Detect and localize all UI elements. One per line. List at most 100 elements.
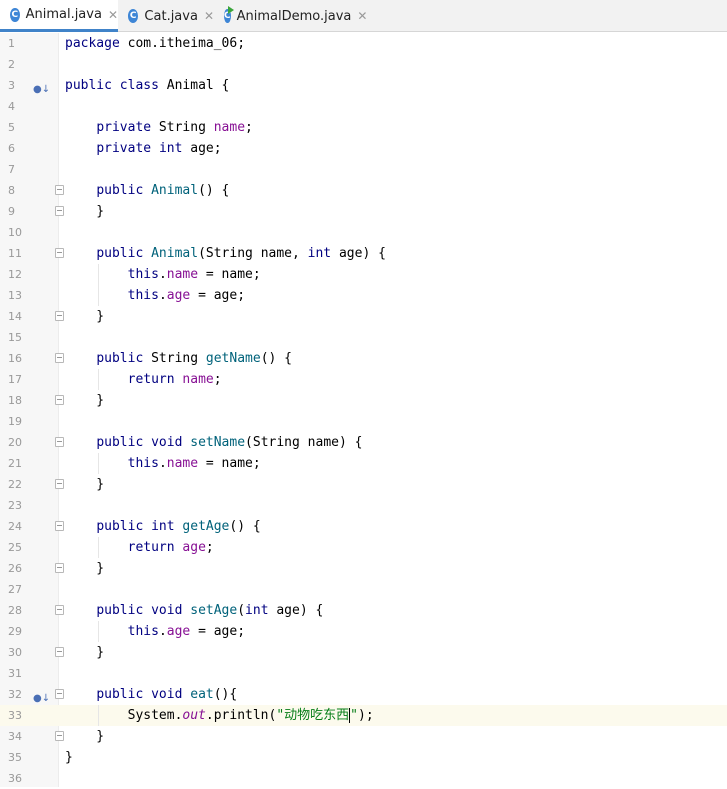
line-number: 13 [8,289,22,302]
code-text: public int getAge() { [96,519,261,534]
code-editor[interactable]: 1 package com.itheima_06; 2 3 ●↓ public class… [0,33,727,787]
close-icon[interactable]: ✕ [204,9,214,23]
code-line[interactable]: 14 } [0,306,727,327]
code-text: public class Animal { [65,78,230,93]
line-number: 5 [8,121,15,134]
fold-toggle-icon[interactable] [55,521,64,531]
code-line[interactable]: 32 ●↓ public void eat(){ [0,684,727,705]
tab-animal-java[interactable]: C Animal.java ✕ [0,0,118,32]
code-line[interactable]: 26 } [0,558,727,579]
line-number: 2 [8,58,15,71]
line-number: 9 [8,205,15,218]
code-line[interactable]: 6 private int age; [0,138,727,159]
fold-toggle-icon[interactable] [55,731,64,741]
code-line[interactable]: 20 public void setName(String name) { [0,432,727,453]
line-number: 35 [8,751,22,764]
line-number: 6 [8,142,15,155]
code-line[interactable]: 11 public Animal(String name, int age) { [0,243,727,264]
fold-toggle-icon[interactable] [55,605,64,615]
code-line[interactable]: 27 [0,579,727,600]
code-line[interactable]: 19 [0,411,727,432]
tab-label: Animal.java [25,7,102,22]
line-number: 10 [8,226,22,239]
code-line[interactable]: 2 [0,54,727,75]
code-line[interactable]: 15 [0,327,727,348]
code-text: public void eat(){ [96,687,238,702]
line-number: 36 [8,772,22,785]
code-text: public Animal() { [96,183,230,198]
class-icon: C [128,9,139,23]
line-number: 1 [8,37,15,50]
fold-toggle-icon[interactable] [55,395,64,405]
fold-toggle-icon[interactable] [55,647,64,657]
code-text: private int age; [96,141,222,156]
code-line[interactable]: 7 [0,159,727,180]
line-number: 30 [8,646,22,659]
line-number: 31 [8,667,22,680]
line-number: 12 [8,268,22,281]
line-number: 33 [8,709,22,722]
code-line[interactable]: 34 } [0,726,727,747]
code-line[interactable]: 23 [0,495,727,516]
fold-toggle-icon[interactable] [55,206,64,216]
tab-label: Cat.java [144,8,198,24]
code-text: } [65,729,105,744]
close-icon[interactable]: ✕ [357,9,367,23]
code-line[interactable]: 17 return name; [0,369,727,390]
code-line[interactable]: 31 [0,663,727,684]
tab-animaldemo-java[interactable]: C AnimalDemo.java ✕ [214,0,367,32]
fold-toggle-icon[interactable] [55,248,64,258]
line-number: 26 [8,562,22,575]
code-line[interactable]: 9 } [0,201,727,222]
code-text: } [65,750,73,765]
code-line[interactable]: 30 } [0,642,727,663]
line-number: 19 [8,415,22,428]
code-line[interactable]: 5 private String name; [0,117,727,138]
code-text: } [65,645,105,660]
code-text: public Animal(String name, int age) { [96,246,386,261]
tab-cat-java[interactable]: C Cat.java ✕ [118,0,214,32]
code-line[interactable]: 25 return age; [0,537,727,558]
line-number: 11 [8,247,22,260]
line-number: 29 [8,625,22,638]
code-line[interactable]: 22 } [0,474,727,495]
code-line[interactable]: 36 [0,768,727,789]
code-line[interactable]: 28 public void setAge(int age) { [0,600,727,621]
code-line[interactable]: 33 System.out.println("动物吃东西"); [0,705,727,726]
code-line[interactable]: 3 ●↓ public class Animal { [0,75,727,96]
code-text: } [65,561,105,576]
code-line[interactable]: 24 public int getAge() { [0,516,727,537]
code-line[interactable]: 10 [0,222,727,243]
fold-toggle-icon[interactable] [55,185,64,195]
code-line[interactable]: 1 package com.itheima_06; [0,33,727,54]
code-line[interactable]: 13 this.age = age; [0,285,727,306]
code-text: } [65,204,105,219]
code-text: public void setName(String name) { [96,435,363,450]
code-line[interactable]: 18 } [0,390,727,411]
code-text: this.name = name; [127,456,261,471]
fold-toggle-icon[interactable] [55,311,64,321]
close-icon[interactable]: ✕ [108,8,118,22]
code-line[interactable]: 8 public Animal() { [0,180,727,201]
fold-toggle-icon[interactable] [55,689,64,699]
line-number: 4 [8,100,15,113]
line-number: 8 [8,184,15,197]
fold-toggle-icon[interactable] [55,479,64,489]
code-line[interactable]: 16 public String getName() { [0,348,727,369]
line-number: 28 [8,604,22,617]
line-number: 27 [8,583,22,596]
fold-toggle-icon[interactable] [55,353,64,363]
code-line[interactable]: 35} [0,747,727,768]
code-line[interactable]: 21 this.name = name; [0,453,727,474]
line-number: 25 [8,541,22,554]
fold-toggle-icon[interactable] [55,563,64,573]
code-line[interactable]: 4 [0,96,727,117]
code-text: return name; [127,372,222,387]
code-text: } [65,393,105,408]
fold-toggle-icon[interactable] [55,437,64,447]
code-line[interactable]: 29 this.age = age; [0,621,727,642]
code-line[interactable]: 12 this.name = name; [0,264,727,285]
line-number: 22 [8,478,22,491]
line-number: 18 [8,394,22,407]
code-text: return age; [127,540,214,555]
